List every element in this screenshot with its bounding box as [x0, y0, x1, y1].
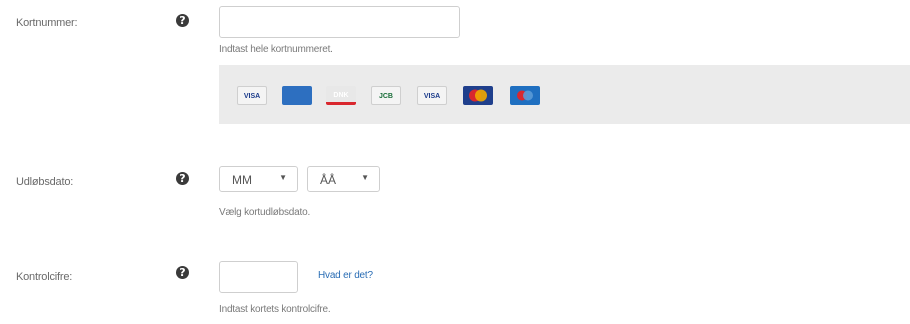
- jcb-card-icon: JCB: [371, 86, 401, 105]
- jcb-card-label: JCB: [378, 93, 393, 100]
- cvc-hint: Indtast kortets kontrolcifre.: [219, 304, 331, 315]
- visa-electron-card-icon: VISA: [417, 86, 447, 105]
- dankort-card-icon: DNK: [326, 86, 356, 105]
- expiry-label: Udløbsdato:: [16, 176, 74, 188]
- card-number-label: Kortnummer:: [16, 17, 78, 29]
- expiry-year-select[interactable]: ÅÅ ▼: [307, 166, 380, 192]
- maestro-card-icon: [510, 86, 540, 105]
- expiry-month-value: MM: [232, 173, 252, 187]
- cvc-input[interactable]: [219, 261, 298, 293]
- expiry-month-chevron-down-icon: ▼: [279, 173, 287, 182]
- card-number-hint: Indtast hele kortnummeret.: [219, 44, 333, 55]
- dankort-card-label: DNK: [333, 92, 349, 99]
- expiry-hint: Vælg kortudløbsdato.: [219, 207, 311, 218]
- expiry-year-chevron-down-icon: ▼: [361, 173, 369, 182]
- visa-card-label: VISA: [243, 93, 261, 100]
- expiry-year-value: ÅÅ: [320, 173, 337, 187]
- expiry-info-icon[interactable]: ?: [176, 172, 189, 185]
- maestro-circles-icon: [517, 90, 533, 101]
- expiry-month-select[interactable]: MM ▼: [219, 166, 298, 192]
- cvc-help-link[interactable]: Hvad er det?: [318, 270, 373, 281]
- accepted-cards-panel: VISA DNK JCB VISA: [219, 65, 910, 124]
- visa-card-icon: VISA: [237, 86, 267, 105]
- mastercard-circles-icon: [469, 89, 487, 102]
- amex-card-icon: [282, 86, 312, 105]
- card-number-info-icon[interactable]: ?: [176, 14, 189, 27]
- visa-electron-card-label: VISA: [423, 93, 441, 100]
- card-number-input[interactable]: [219, 6, 460, 38]
- mastercard-card-icon: [463, 86, 493, 105]
- cvc-label: Kontrolcifre:: [16, 271, 73, 283]
- cvc-info-icon[interactable]: ?: [176, 266, 189, 279]
